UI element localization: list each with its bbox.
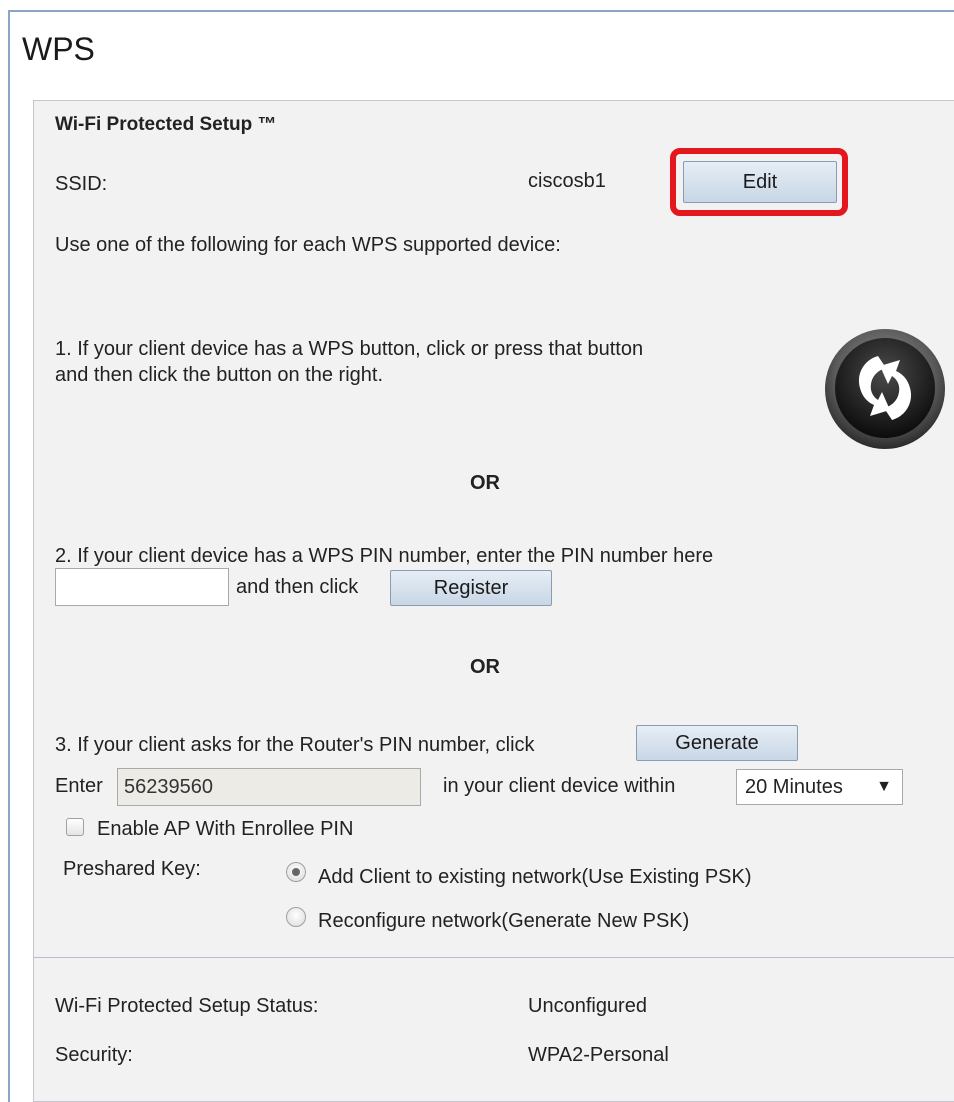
enable-ap-label: Enable AP With Enrollee PIN [97,818,354,840]
duration-value: 20 Minutes [745,776,843,798]
section-title: Wi-Fi Protected Setup ™ [55,114,277,135]
method1-line2: and then click the button on the right. [55,364,383,386]
register-button[interactable]: Register [390,570,552,606]
preshared-key-label: Preshared Key: [63,858,201,880]
within-text: in your client device within [443,775,676,797]
generate-button[interactable]: Generate [636,725,798,761]
ssid-value: ciscosb1 [528,170,606,192]
dropdown-arrow-icon: ▼ [876,778,892,795]
edit-highlight-box [670,148,848,216]
wps-status-value: Unconfigured [528,995,647,1017]
enter-label: Enter [55,775,103,797]
enable-ap-checkbox[interactable] [66,818,84,836]
wps-push-button-icon[interactable] [820,324,950,454]
router-pin-field[interactable] [117,768,421,806]
intro-text: Use one of the following for each WPS su… [55,234,561,256]
security-value: WPA2-Personal [528,1044,669,1066]
method2-text: 2. If your client device has a WPS PIN n… [55,545,714,567]
pin-input[interactable] [55,568,229,606]
or-separator-2: OR [470,656,500,678]
wps-status-label: Wi-Fi Protected Setup Status: [55,995,319,1017]
psk-option-new-label: Reconfigure network(Generate New PSK) [318,910,690,932]
psk-option-existing-radio[interactable] [286,862,306,882]
duration-select[interactable]: 20 Minutes ▼ [736,769,903,805]
section-divider [34,957,954,958]
ssid-label: SSID: [55,173,108,195]
then-click-text: and then click [236,576,359,598]
security-label: Security: [55,1044,133,1066]
or-separator-1: OR [470,472,500,494]
psk-option-existing-label: Add Client to existing network(Use Exist… [318,866,752,888]
psk-option-new-radio[interactable] [286,907,306,927]
page-title: WPS [22,31,95,67]
method3-text: 3. If your client asks for the Router's … [55,734,535,756]
method1-line1: 1. If your client device has a WPS butto… [55,338,644,360]
